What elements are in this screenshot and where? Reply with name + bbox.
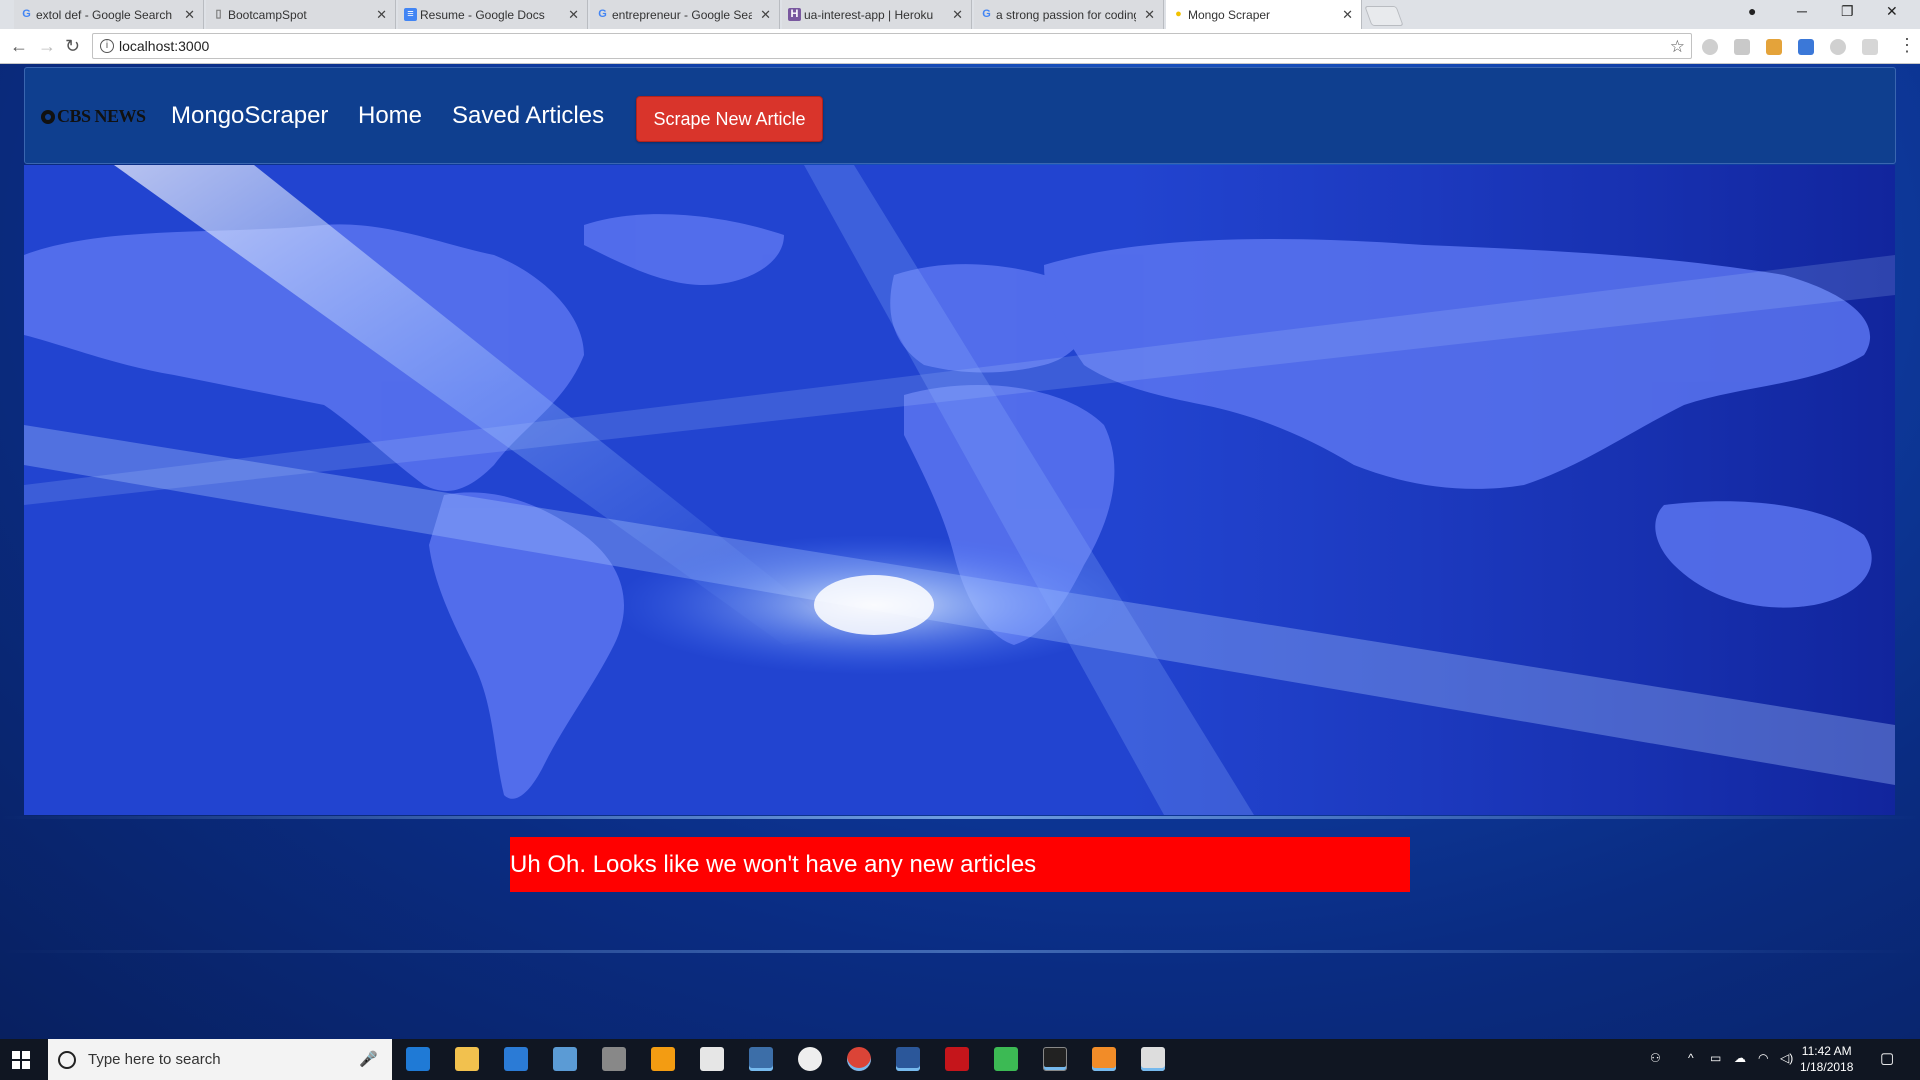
microphone-icon[interactable]: 🎤 bbox=[359, 1039, 378, 1080]
volume-icon[interactable]: ◁) bbox=[1780, 1051, 1793, 1065]
tab-label: Resume - Google Docs bbox=[420, 7, 545, 22]
windows-start-icon[interactable] bbox=[12, 1051, 30, 1069]
vscode-icon[interactable] bbox=[749, 1047, 773, 1071]
word-icon[interactable] bbox=[896, 1047, 920, 1071]
url-text: localhost:3000 bbox=[119, 38, 210, 54]
close-icon[interactable]: ✕ bbox=[760, 7, 771, 23]
restore-icon[interactable]: ❐ bbox=[1841, 3, 1854, 20]
app-icon[interactable] bbox=[602, 1047, 626, 1071]
tab-label: Mongo Scraper bbox=[1188, 7, 1271, 22]
terminal-icon[interactable] bbox=[1043, 1047, 1067, 1071]
logo-text: CBS NEWS bbox=[57, 106, 146, 126]
cbs-eye-icon bbox=[41, 109, 55, 124]
browser-tab[interactable]: G a strong passion for coding ✕ bbox=[974, 0, 1164, 29]
taskbar-search-input[interactable]: Type here to search 🎤 bbox=[48, 1039, 392, 1080]
tab-label: entrepreneur - Google Search bbox=[612, 7, 752, 22]
taskbar-clock[interactable]: 11:42 AM 1/18/2018 bbox=[1800, 1043, 1853, 1075]
clock-time: 11:42 AM bbox=[1801, 1044, 1852, 1058]
google-favicon-icon: G bbox=[982, 8, 991, 20]
close-icon[interactable]: ✕ bbox=[184, 7, 195, 23]
forward-arrow-icon[interactable]: → bbox=[38, 36, 56, 57]
navbar: CBS NEWS MongoScraper Home Saved Article… bbox=[24, 67, 1896, 164]
close-icon[interactable]: ✕ bbox=[376, 7, 387, 23]
tab-label: BootcampSpot bbox=[228, 7, 307, 22]
extension-icon[interactable] bbox=[1702, 39, 1718, 55]
media-player-icon[interactable] bbox=[651, 1047, 675, 1071]
google-favicon-icon: G bbox=[22, 8, 31, 20]
no-articles-alert: Uh Oh. Looks like we won't have any new … bbox=[510, 837, 1410, 892]
hero-world-map-image bbox=[24, 165, 1895, 815]
info-icon[interactable]: i bbox=[100, 39, 114, 53]
browser-tab-bar: G extol def - Google Search ✕ ▯ Bootcamp… bbox=[0, 0, 1920, 29]
file-explorer-icon[interactable] bbox=[455, 1047, 479, 1071]
document-favicon-icon: ▯ bbox=[215, 8, 222, 20]
google-favicon-icon: G bbox=[598, 8, 607, 20]
cbs-news-logo[interactable]: CBS NEWS bbox=[41, 106, 146, 127]
close-icon[interactable]: ✕ bbox=[568, 7, 579, 23]
slack-icon[interactable] bbox=[798, 1047, 822, 1071]
new-tab-button[interactable] bbox=[1364, 6, 1404, 26]
close-window-icon[interactable]: ✕ bbox=[1886, 3, 1898, 20]
sublime-text-icon[interactable] bbox=[1092, 1047, 1116, 1071]
extension-icon[interactable] bbox=[1862, 39, 1878, 55]
people-icon[interactable]: ⚇ bbox=[1650, 1051, 1661, 1065]
browser-tab[interactable]: ≡ Resume - Google Docs ✕ bbox=[398, 0, 588, 29]
chrome-icon[interactable] bbox=[847, 1047, 871, 1071]
address-bar-input[interactable]: i localhost:3000 ☆ bbox=[92, 33, 1692, 59]
tab-label: extol def - Google Search bbox=[36, 7, 173, 22]
browser-tab[interactable]: G extol def - Google Search ✕ bbox=[14, 0, 204, 29]
tab-label: a strong passion for coding bbox=[996, 7, 1136, 22]
battery-icon[interactable]: ▭ bbox=[1710, 1051, 1721, 1065]
browser-tab[interactable]: ▯ BootcampSpot ✕ bbox=[206, 0, 396, 29]
search-placeholder: Type here to search bbox=[88, 1051, 221, 1068]
close-icon[interactable]: ✕ bbox=[952, 7, 963, 23]
background-glow-line bbox=[0, 950, 1920, 953]
show-hidden-icons-icon[interactable]: ^ bbox=[1688, 1051, 1694, 1065]
close-icon[interactable]: ✕ bbox=[1342, 7, 1353, 23]
page-viewport: CBS NEWS MongoScraper Home Saved Article… bbox=[0, 64, 1920, 1039]
nav-link-home[interactable]: Home bbox=[358, 102, 422, 130]
app-icon[interactable] bbox=[994, 1047, 1018, 1071]
edge-browser-icon[interactable] bbox=[406, 1047, 430, 1071]
tab-label: ua-interest-app | Heroku bbox=[804, 7, 934, 22]
lightbulb-favicon-icon: ● bbox=[1175, 8, 1182, 20]
app-icon[interactable] bbox=[553, 1047, 577, 1071]
browser-tab[interactable]: G entrepreneur - Google Search ✕ bbox=[590, 0, 780, 29]
browser-toolbar: ← → ↻ i localhost:3000 ☆ ⋮ bbox=[0, 29, 1920, 64]
bookmark-star-icon[interactable]: ☆ bbox=[1670, 35, 1685, 59]
background-glow-line bbox=[0, 816, 1920, 819]
windows-taskbar: Type here to search 🎤 ⚇ ^ ▭ ☁ ◠ ◁) 11:42… bbox=[0, 1039, 1920, 1080]
profile-icon[interactable]: ● bbox=[1748, 3, 1756, 19]
extension-icon[interactable] bbox=[1798, 39, 1814, 55]
heroku-favicon-icon: H bbox=[788, 8, 801, 21]
photos-icon[interactable] bbox=[1141, 1047, 1165, 1071]
browser-tab-active[interactable]: ● Mongo Scraper ✕ bbox=[1166, 0, 1362, 29]
browser-tab[interactable]: H ua-interest-app | Heroku ✕ bbox=[782, 0, 972, 29]
close-icon[interactable]: ✕ bbox=[1144, 7, 1155, 23]
extension-icon[interactable] bbox=[1830, 39, 1846, 55]
extension-icon[interactable] bbox=[1766, 39, 1782, 55]
mail-icon[interactable] bbox=[700, 1047, 724, 1071]
wifi-icon[interactable]: ◠ bbox=[1758, 1051, 1768, 1065]
cortana-circle-icon bbox=[58, 1051, 76, 1069]
menu-kebab-icon[interactable]: ⋮ bbox=[1898, 35, 1916, 56]
store-icon[interactable] bbox=[504, 1047, 528, 1071]
back-arrow-icon[interactable]: ← bbox=[10, 36, 28, 57]
acrobat-icon[interactable] bbox=[945, 1047, 969, 1071]
nav-link-saved-articles[interactable]: Saved Articles bbox=[452, 102, 604, 130]
clock-date: 1/18/2018 bbox=[1800, 1060, 1854, 1074]
extension-icon[interactable] bbox=[1734, 39, 1750, 55]
action-center-icon[interactable]: ▢ bbox=[1880, 1049, 1894, 1067]
onedrive-icon[interactable]: ☁ bbox=[1734, 1051, 1746, 1065]
google-docs-favicon-icon: ≡ bbox=[404, 8, 417, 21]
scrape-new-article-button[interactable]: Scrape New Article bbox=[636, 96, 823, 142]
minimize-icon[interactable]: ─ bbox=[1797, 3, 1807, 19]
app-brand-link[interactable]: MongoScraper bbox=[171, 102, 328, 130]
reload-icon[interactable]: ↻ bbox=[65, 36, 80, 57]
